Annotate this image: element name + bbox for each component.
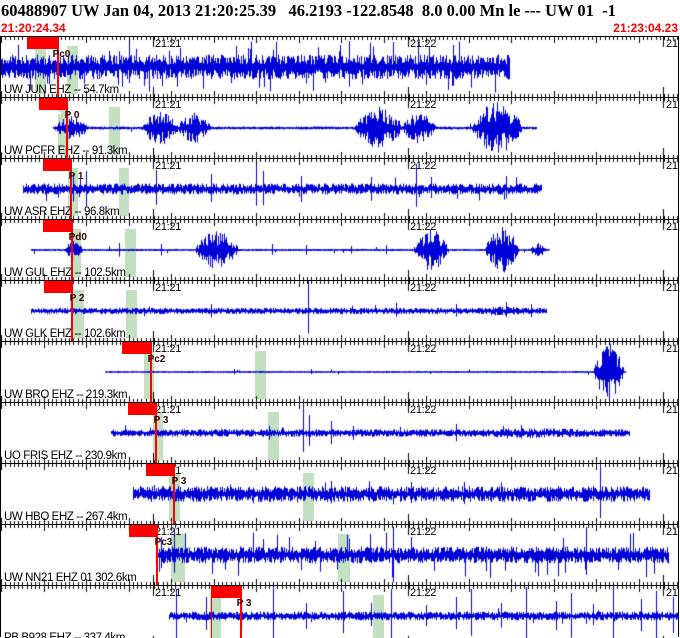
pick-star-icon: * (141, 354, 145, 365)
pick-flag-label: P 3 (154, 415, 169, 426)
time-label: 21:22 (410, 343, 436, 355)
time-label: 21:22 (410, 404, 436, 416)
time-label: 21 (666, 38, 678, 50)
pick-flag-label: P 3 (172, 476, 187, 487)
pick-flag-label: Pc3 (155, 537, 173, 548)
p-pick-flag[interactable]: *Pd0 (43, 220, 72, 232)
trace-row: 21:21 21:22 21 *P 0 UW PCFR EHZ -- 91.3k… (1, 97, 679, 158)
p-pick-flag[interactable]: *P 3 (146, 464, 174, 476)
p-pick-flag[interactable]: *P 1 (43, 159, 71, 171)
p-pick-flag[interactable]: *Pc3 (129, 525, 157, 537)
trace-row: 21:21 21:22 21 *P 1 UW ASR EHZ -- 96.8km (1, 158, 679, 219)
time-label: 21 (666, 404, 678, 416)
pick-flag-label: Pc0 (53, 49, 71, 60)
time-label: 21 (666, 160, 678, 172)
trace-list: 21:21 21:22 21 *Pc0 UW JUN EHZ -- 54.7km… (0, 36, 679, 637)
time-label: 21:22 (410, 587, 436, 599)
pick-star-icon: * (148, 537, 152, 548)
time-label: 21:22 (410, 465, 436, 477)
p-pick-flag[interactable]: *Pc2 (122, 342, 151, 354)
window-start-time: 21:20:24.34 (1, 21, 66, 36)
trace-row: 21:21 21:22 21 *P 3 UW HBO EHZ -- 267.4k… (1, 463, 679, 524)
event-header: 60488907 UW Jan 04, 2013 21:20:25.39 46.… (1, 0, 680, 21)
pick-flag-label: Pc2 (148, 354, 166, 365)
time-label: 21:21 (155, 221, 181, 233)
pick-star-icon: * (63, 293, 67, 304)
pick-flag-label: Pd0 (69, 232, 87, 243)
time-label: 21:21 (155, 160, 181, 172)
time-label: 21:22 (410, 99, 436, 111)
p-pick-flag[interactable]: *P 3 (128, 403, 156, 415)
trace-row: 21:21 21:22 21 *Pc3 UW NN21 EHZ 01 302.6… (1, 524, 679, 585)
trace-row: 21:21 21:22 21 *P 2 UW GLK EHZ -- 102.6k… (1, 280, 679, 341)
trace-row: 21:21 21:22 21 *Pc2 UW BRO EHZ -- 219.3k… (1, 341, 679, 402)
pick-star-icon: * (46, 49, 50, 60)
window-end-time: 21:23:04.23 (613, 21, 678, 36)
station-label: UW GUL EHZ -- 102.5km (4, 267, 126, 279)
pick-star-icon: * (147, 415, 151, 426)
seismic-picker-window: 60488907 UW Jan 04, 2013 21:20:25.39 46.… (0, 0, 680, 638)
time-label: 21:21 (155, 587, 181, 599)
time-label: 21 (666, 587, 678, 599)
pick-star-icon: * (62, 232, 66, 243)
time-label: 21 (666, 465, 678, 477)
trace-row: 21:21 21:22 21 *P 3 UO FRIS EHZ -- 230.9… (1, 402, 679, 463)
p-pick-flag[interactable]: *P 2 (44, 281, 72, 293)
p-pick-flag[interactable]: *Pc0 (27, 37, 58, 49)
time-label: 21:22 (410, 282, 436, 294)
station-label: UO FRIS EHZ -- 230.9km (4, 450, 126, 462)
station-label: UW ASR EHZ -- 96.8km (4, 206, 119, 218)
pick-star-icon: * (230, 598, 234, 609)
time-label: 21:21 (155, 99, 181, 111)
time-label: 21:22 (410, 526, 436, 538)
station-label: UW HBO EHZ -- 267.4km (4, 511, 127, 523)
time-label: 21:21 (155, 38, 181, 50)
station-label: PB B928 EHZ -- 337.4km (4, 632, 125, 638)
time-label: 21 (666, 221, 678, 233)
pick-flag-label: P 3 (237, 598, 252, 609)
time-label: 21:22 (410, 38, 436, 50)
pick-star-icon: * (165, 476, 169, 487)
trace-row: 21:21 21:22 21 *P 3 PB B928 EHZ -- 337.4… (1, 585, 679, 638)
waveform-canvas[interactable] (1, 586, 679, 638)
pick-star-icon: * (58, 110, 62, 121)
pick-flag-label: P 2 (70, 293, 85, 304)
station-label: UW GLK EHZ -- 102.6km (4, 328, 125, 340)
station-label: UW NN21 EHZ 01 302.6km (4, 572, 136, 584)
p-pick-flag[interactable]: *P 0 (39, 98, 67, 110)
time-label: 21 (666, 526, 678, 538)
time-label: 21 (666, 282, 678, 294)
trace-row: 21:21 21:22 21 *Pd0 UW GUL EHZ -- 102.5k… (1, 219, 679, 280)
p-pick-flag[interactable]: *P 3 (211, 586, 241, 598)
time-label: 21:21 (155, 282, 181, 294)
pick-star-icon: * (62, 171, 66, 182)
time-label: 21:22 (410, 221, 436, 233)
time-label: 21:22 (410, 160, 436, 172)
pick-flag-label: P 1 (69, 171, 84, 182)
time-label: 21 (666, 99, 678, 111)
trace-row: 21:21 21:22 21 *Pc0 UW JUN EHZ -- 54.7km (1, 36, 679, 97)
station-label: UW BRO EHZ -- 219.3km (4, 389, 127, 401)
pick-flag-label: P 0 (65, 110, 80, 121)
time-window-bar: 21:20:24.34 21:23:04.23 (1, 21, 679, 36)
secondary-pick-line[interactable] (211, 597, 212, 638)
time-label: 21 (666, 343, 678, 355)
station-label: UW JUN EHZ -- 54.7km (4, 84, 119, 96)
